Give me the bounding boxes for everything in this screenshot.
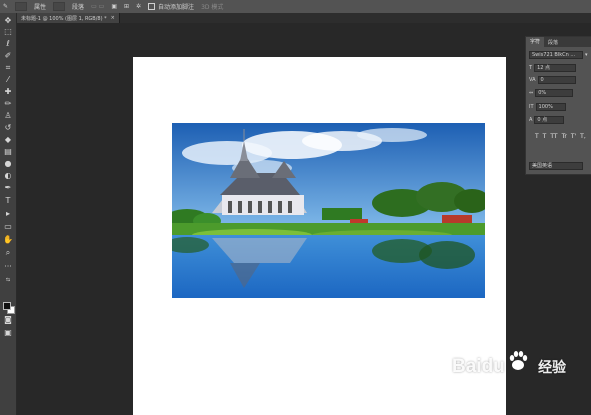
distribute-icon[interactable]: ⊞ — [124, 3, 129, 10]
options-label-1[interactable]: 属性 — [34, 2, 46, 11]
move-tool-icon[interactable]: ✥ — [3, 16, 13, 26]
eraser-tool-icon[interactable]: ◆ — [3, 135, 13, 145]
superscript-button[interactable]: T' — [571, 133, 576, 140]
tool-preset-icon[interactable]: ✎ — [3, 3, 8, 10]
document-tab-title: 未标题-1 @ 100% (图层 1, RGB/8) * — [21, 15, 107, 22]
font-size-row: T 12 点 — [529, 64, 577, 72]
watermark-sub: 经验 — [538, 359, 567, 375]
marquee-tool-icon[interactable]: ⬚ — [3, 27, 13, 37]
pen-tool-icon[interactable]: ✒ — [3, 183, 13, 193]
font-family-row: Swis721 BlkCn ... ▾ — [529, 51, 588, 59]
scale-field[interactable]: 100% — [535, 103, 566, 111]
3d-mode-label: 3D 模式 — [201, 4, 224, 11]
foreground-color-swatch[interactable] — [3, 302, 11, 310]
document-tab[interactable]: 未标题-1 @ 100% (图层 1, RGB/8) * × — [17, 13, 120, 23]
faux-bold-button[interactable]: T — [535, 133, 539, 140]
more-tools-icon[interactable]: ··· — [3, 262, 13, 272]
chevron-down-icon[interactable]: ▾ — [585, 52, 588, 58]
zoom-tool-icon[interactable]: ⌕ — [3, 248, 13, 258]
font-size-icon: T — [529, 65, 533, 71]
leading-field[interactable]: 0 — [537, 76, 576, 84]
subscript-button[interactable]: T, — [580, 133, 586, 140]
gradient-tool-icon[interactable]: ▤ — [3, 147, 13, 157]
thai-temple-photo — [172, 123, 485, 298]
close-icon[interactable]: × — [111, 15, 115, 21]
quick-select-tool-icon[interactable]: ✐ — [3, 51, 13, 61]
leading-row: VA 0 — [529, 76, 576, 84]
tracking-icon: ⇔ — [529, 90, 534, 96]
blur-tool-icon[interactable]: ● — [3, 159, 13, 169]
font-family-field[interactable]: Swis721 BlkCn ... — [529, 51, 583, 59]
tab-character[interactable]: 字符 — [526, 37, 545, 47]
panel-tabs: 字符 段落 — [526, 37, 591, 47]
auto-footnote-label: 自动添加脚注 — [158, 4, 195, 11]
kerning-icon: VA — [529, 77, 536, 83]
character-panel: 字符 段落 Swis721 BlkCn ... ▾ T 12 点 VA 0 ⇔ … — [525, 36, 591, 175]
tab-paragraph[interactable]: 段落 — [544, 39, 562, 46]
options-bar: ✎ 属性 段落 ▭ ▭ ▣ ⊞ ✲ 自动添加脚注 3D 模式 — [0, 0, 591, 13]
tracking-field[interactable]: 0% — [535, 89, 574, 97]
toolbox: ✥ ⬚ ℓ ✐ ⌗ ⁄ ✚ ✏ ♙ ↺ ◆ ▤ ● ◐ ✒ T ▸ ▭ ✋ ⌕ … — [0, 13, 17, 415]
dodge-tool-icon[interactable]: ◐ — [3, 171, 13, 181]
baseline-icon: A — [529, 117, 533, 123]
checkbox-box[interactable] — [148, 3, 156, 10]
crop-tool-icon[interactable]: ⌗ — [3, 63, 13, 73]
vertical-scale-icon: IT — [529, 104, 534, 110]
language-row: 美国英语 — [529, 162, 583, 170]
baidu-jingyan-watermark: Baidu 经验 — [452, 356, 566, 378]
gear-icon[interactable]: ✲ — [136, 3, 141, 10]
font-size-field[interactable]: 12 点 — [534, 64, 577, 72]
eyedropper-tool-icon[interactable]: ⁄ — [3, 75, 13, 85]
faux-italic-button[interactable]: T — [543, 133, 547, 140]
swap-colors-icon[interactable]: ⇆ — [3, 275, 13, 285]
document-canvas[interactable] — [133, 57, 506, 415]
hand-tool-icon[interactable]: ✋ — [3, 235, 13, 245]
baseline-row: A 0 点 — [529, 116, 565, 124]
options-dropdown-1[interactable] — [15, 2, 28, 11]
history-brush-tool-icon[interactable]: ↺ — [3, 123, 13, 133]
brush-tool-icon[interactable]: ✏ — [3, 99, 13, 109]
language-field[interactable]: 美国英语 — [529, 162, 583, 170]
small-caps-button[interactable]: Tr — [562, 133, 567, 140]
document-tab-bar: 未标题-1 @ 100% (图层 1, RGB/8) * × — [17, 13, 591, 23]
stamp-tool-icon[interactable]: ♙ — [3, 111, 13, 121]
scale-row: IT 100% — [529, 103, 566, 111]
options-dropdown-2[interactable] — [53, 2, 66, 11]
healing-tool-icon[interactable]: ✚ — [3, 87, 13, 97]
shape-tool-icon[interactable]: ▭ — [3, 222, 13, 232]
all-caps-button[interactable]: TT — [550, 133, 557, 140]
quick-mask-icon[interactable]: ◙ — [3, 315, 13, 325]
type-tool-icon[interactable]: T — [3, 196, 13, 206]
options-label-2[interactable]: 段落 — [72, 2, 84, 11]
screen-mode-icon[interactable]: ▣ — [3, 328, 13, 338]
auto-footnote-checkbox[interactable]: 自动添加脚注 — [148, 2, 194, 11]
baseline-field[interactable]: 0 点 — [534, 116, 565, 124]
type-style-buttons: T T TT Tr T' T, — [535, 133, 586, 140]
watermark-text: Baidu — [452, 356, 505, 377]
options-label-3[interactable]: ▭ ▭ — [91, 3, 104, 10]
tracking-row: ⇔ 0% — [529, 89, 574, 97]
lasso-tool-icon[interactable]: ℓ — [3, 39, 13, 49]
color-swatches[interactable] — [3, 302, 15, 314]
align-icon[interactable]: ▣ — [111, 3, 117, 10]
path-select-tool-icon[interactable]: ▸ — [3, 209, 13, 219]
